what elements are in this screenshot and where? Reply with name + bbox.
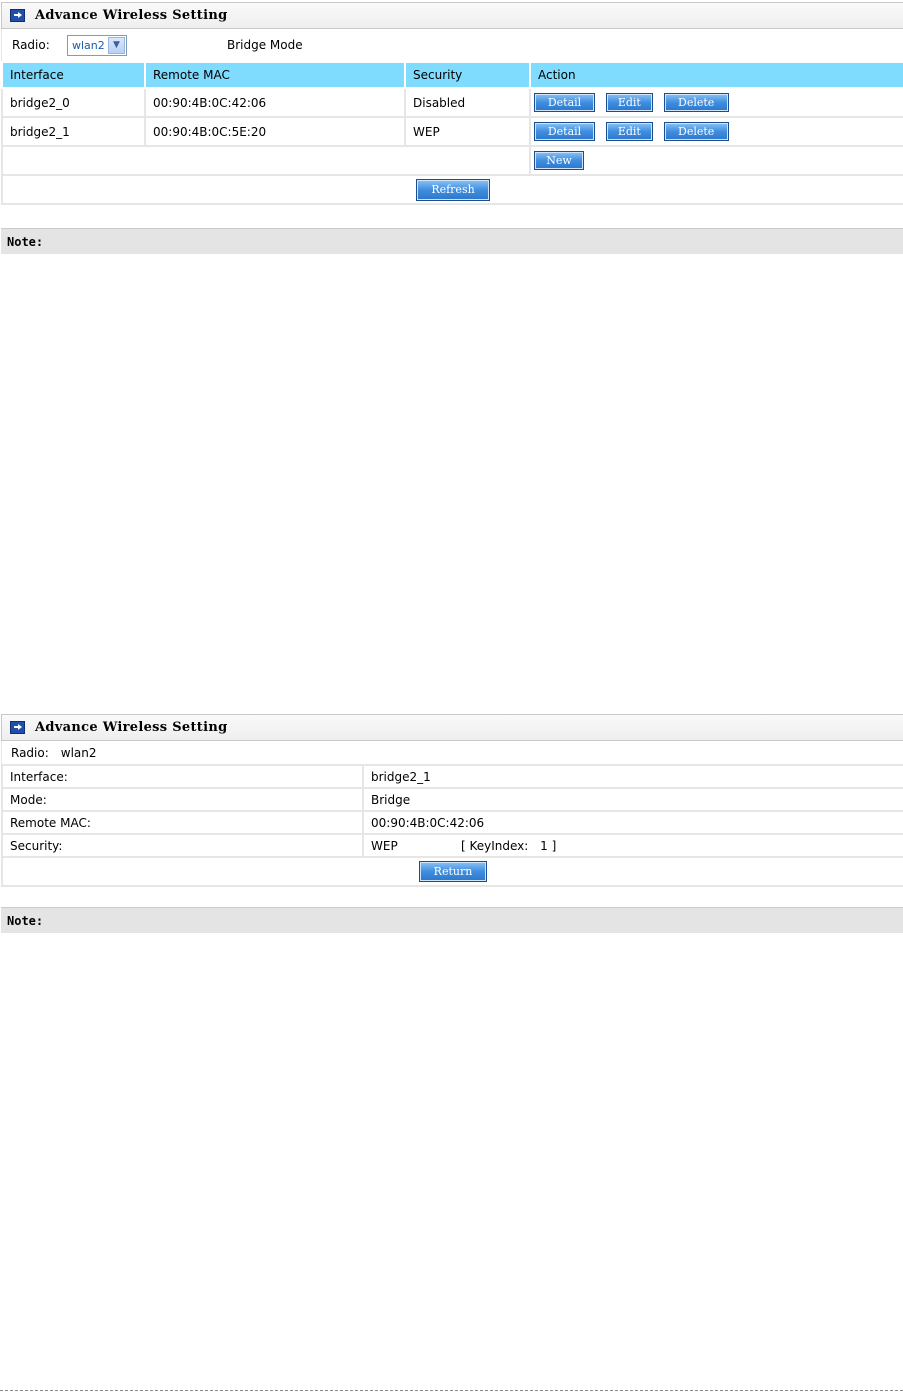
refresh-row: Refresh [1, 174, 903, 205]
panel-title: Advance Wireless Setting [35, 8, 228, 23]
security-value: WEP [371, 838, 398, 853]
panel-title: Advance Wireless Setting [35, 720, 228, 735]
detail-row: Remote MAC: 00:90:4B:0C:42:06 [1, 810, 903, 835]
cell-actions: Detail Edit Delete [529, 87, 903, 118]
table-header-row: Interface Remote MAC Security Action [1, 61, 903, 89]
detail-row: Security: WEP [ KeyIndex: 1 ] [1, 833, 903, 858]
note-bar: Note: [1, 907, 903, 933]
radio-label: Radio: [12, 38, 50, 52]
key-index-close: ] [551, 838, 557, 853]
edit-button[interactable]: Edit [605, 122, 653, 141]
arrow-right-icon [10, 9, 25, 22]
return-row: Return [1, 856, 903, 887]
cell-security: Disabled [404, 87, 531, 118]
arrow-right-icon [10, 721, 25, 734]
field-label: Security: [1, 833, 364, 858]
detail-button[interactable]: Detail [534, 93, 595, 112]
field-value: Bridge [362, 787, 903, 812]
panel-header: Advance Wireless Setting [1, 714, 903, 741]
table-row: bridge2_0 00:90:4B:0C:42:06 Disabled Det… [1, 87, 903, 118]
empty-cell [1, 145, 531, 176]
field-value-security: WEP [ KeyIndex: 1 ] [362, 833, 903, 858]
column-header-security: Security [404, 61, 531, 89]
column-header-action: Action [529, 61, 903, 89]
cell-remote-mac: 00:90:4B:0C:42:06 [144, 87, 406, 118]
detail-button[interactable]: Detail [534, 122, 595, 141]
radio-select-value: wlan2 [72, 38, 105, 52]
cell-interface: bridge2_1 [1, 116, 146, 147]
key-index-value: 1 [540, 838, 548, 853]
cell-remote-mac: 00:90:4B:0C:5E:20 [144, 116, 406, 147]
cell-actions: Detail Edit Delete [529, 116, 903, 147]
radio-select[interactable]: wlan2 ▼ [67, 34, 127, 56]
mode-label: Bridge Mode [227, 38, 303, 52]
cell-interface: bridge2_0 [1, 87, 146, 118]
field-value: bridge2_1 [362, 764, 903, 789]
panel-header: Advance Wireless Setting [1, 2, 903, 29]
key-index-open: [ KeyIndex: [461, 838, 529, 853]
radio-value: wlan2 [60, 745, 97, 760]
field-label: Remote MAC: [1, 810, 364, 835]
new-button[interactable]: New [534, 151, 584, 170]
bridge-list-panel: Advance Wireless Setting Radio: wlan2 ▼ … [1, 2, 903, 205]
refresh-cell: Refresh [1, 174, 903, 205]
cell-security: WEP [404, 116, 531, 147]
refresh-button[interactable]: Refresh [416, 178, 490, 201]
return-cell: Return [1, 856, 903, 887]
radio-row: Radio: wlan2 [1, 741, 903, 764]
field-value: 00:90:4B:0C:42:06 [362, 810, 903, 835]
field-label: Mode: [1, 787, 364, 812]
radio-label: Radio: [11, 745, 49, 760]
note-bar: Note: [1, 228, 903, 254]
column-header-interface: Interface [1, 61, 146, 89]
chevron-down-icon[interactable]: ▼ [108, 36, 125, 54]
bridge-table: Interface Remote MAC Security Action bri… [1, 61, 903, 205]
field-label: Interface: [1, 764, 364, 789]
table-row: bridge2_1 00:90:4B:0C:5E:20 WEP Detail E… [1, 116, 903, 147]
detail-row: Mode: Bridge [1, 787, 903, 812]
return-button[interactable]: Return [419, 861, 487, 882]
detail-table: Interface: bridge2_1 Mode: Bridge Remote… [1, 764, 903, 887]
page-divider [0, 1390, 903, 1391]
radio-row: Radio: wlan2 ▼ Bridge Mode [1, 29, 903, 61]
column-header-remote-mac: Remote MAC [144, 61, 406, 89]
bridge-detail-panel: Advance Wireless Setting Radio: wlan2 In… [1, 714, 903, 887]
delete-button[interactable]: Delete [663, 93, 729, 112]
edit-button[interactable]: Edit [605, 93, 653, 112]
delete-button[interactable]: Delete [663, 122, 729, 141]
cell-new-action: New [529, 145, 903, 176]
new-row: New [1, 145, 903, 176]
detail-row: Interface: bridge2_1 [1, 764, 903, 789]
